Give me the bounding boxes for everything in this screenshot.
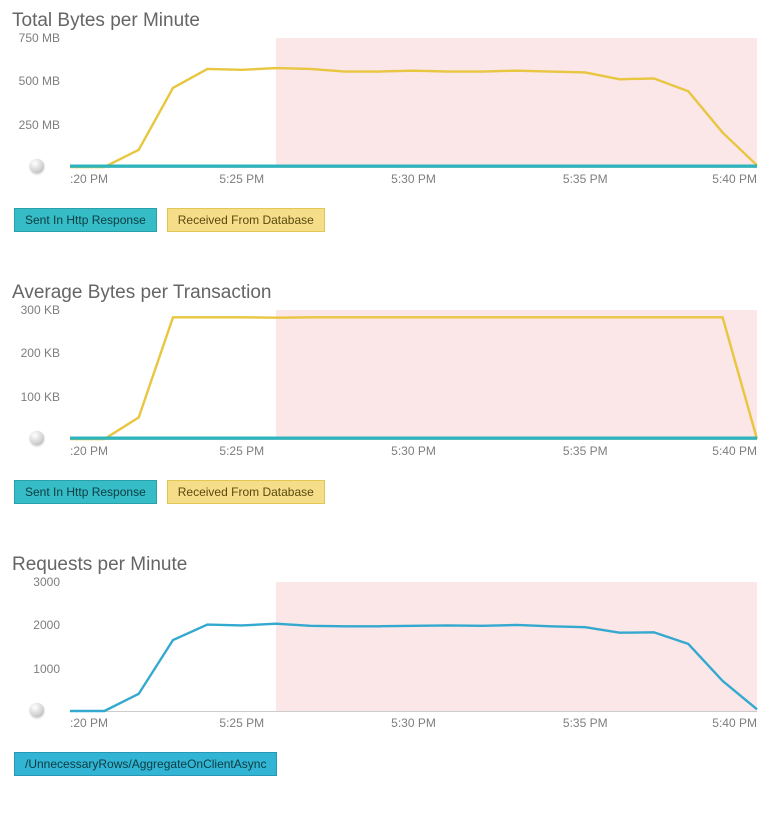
- chart-block: Total Bytes per Minute 250 MB 500 MB 750 MB…: [12, 10, 765, 232]
- chart-svg: [70, 582, 757, 711]
- y-tick-label: 3000: [33, 575, 60, 589]
- plot-wrap: 100 KB200 KB300 KB:20 PM5:25 PM5:30 PM5:…: [12, 310, 765, 462]
- y-tick-label: 2000: [33, 618, 60, 632]
- x-tick-label: :20 PM: [70, 172, 108, 186]
- x-tick-label: :20 PM: [70, 716, 108, 730]
- slider-knob-icon[interactable]: [30, 431, 44, 445]
- legend-item[interactable]: Received From Database: [167, 208, 325, 232]
- chart-block: Average Bytes per Transaction 100 KB 200 K…: [12, 282, 765, 504]
- slider-knob-icon[interactable]: [30, 703, 44, 717]
- chart-title: Total Bytes per Minute: [12, 10, 765, 32]
- y-tick-label: 200 KB: [21, 346, 60, 360]
- x-tick-label: 5:25 PM: [219, 716, 264, 730]
- plot-area[interactable]: [70, 582, 757, 712]
- y-tick-label: 1000: [33, 662, 60, 676]
- x-tick-label: 5:30 PM: [391, 172, 436, 186]
- chart-title: Requests per Minute: [12, 554, 765, 576]
- chart-title: Average Bytes per Transaction: [12, 282, 765, 304]
- y-axis-labels: 100 KB200 KB300 KB: [12, 310, 64, 440]
- plot-wrap: 100020003000:20 PM5:25 PM5:30 PM5:35 PM5…: [12, 582, 765, 734]
- x-tick-label: 5:35 PM: [563, 172, 608, 186]
- slider-knob-icon[interactable]: [30, 159, 44, 173]
- x-tick-label: 5:25 PM: [219, 444, 264, 458]
- y-tick-label: 300 KB: [21, 303, 60, 317]
- chart-block: Requests per Minute 1000 2000 3000 :20 PM 5:2…: [12, 554, 765, 776]
- x-axis-labels: :20 PM 5:25 PM 5:30 PM 5:35 PM 5:40 PM: [70, 172, 757, 190]
- x-tick-label: 5:35 PM: [563, 716, 608, 730]
- chart-svg: [70, 310, 757, 439]
- legend: /UnnecessaryRows/AggregateOnClientAsync: [14, 752, 765, 776]
- plot-wrap: 250 MB500 MB750 MB:20 PM5:25 PM5:30 PM5:…: [12, 38, 765, 190]
- legend: Sent In Http Response Received From Datab…: [14, 480, 765, 504]
- x-tick-label: 5:40 PM: [712, 444, 757, 458]
- x-tick-label: :20 PM: [70, 444, 108, 458]
- x-tick-label: 5:40 PM: [712, 172, 757, 186]
- legend-item[interactable]: Sent In Http Response: [14, 208, 157, 232]
- x-tick-label: 5:30 PM: [391, 444, 436, 458]
- legend: Sent In Http Response Received From Datab…: [14, 208, 765, 232]
- x-axis-labels: :20 PM 5:25 PM 5:30 PM 5:35 PM 5:40 PM: [70, 716, 757, 734]
- y-tick-label: 100 KB: [21, 390, 60, 404]
- x-tick-label: 5:40 PM: [712, 716, 757, 730]
- x-tick-label: 5:30 PM: [391, 716, 436, 730]
- y-tick-label: 250 MB: [19, 118, 60, 132]
- plot-area[interactable]: [70, 38, 757, 168]
- legend-item[interactable]: Received From Database: [167, 480, 325, 504]
- y-tick-label: 750 MB: [19, 31, 60, 45]
- legend-item[interactable]: Sent In Http Response: [14, 480, 157, 504]
- y-axis-labels: 100020003000: [12, 582, 64, 712]
- plot-area[interactable]: [70, 310, 757, 440]
- x-axis-labels: :20 PM 5:25 PM 5:30 PM 5:35 PM 5:40 PM: [70, 444, 757, 462]
- chart-svg: [70, 38, 757, 167]
- x-tick-label: 5:25 PM: [219, 172, 264, 186]
- y-tick-label: 500 MB: [19, 74, 60, 88]
- series-line: [70, 624, 757, 711]
- series-line: [70, 68, 757, 167]
- legend-item[interactable]: /UnnecessaryRows/AggregateOnClientAsync: [14, 752, 277, 776]
- x-tick-label: 5:35 PM: [563, 444, 608, 458]
- series-line: [70, 317, 757, 439]
- y-axis-labels: 250 MB500 MB750 MB: [12, 38, 64, 168]
